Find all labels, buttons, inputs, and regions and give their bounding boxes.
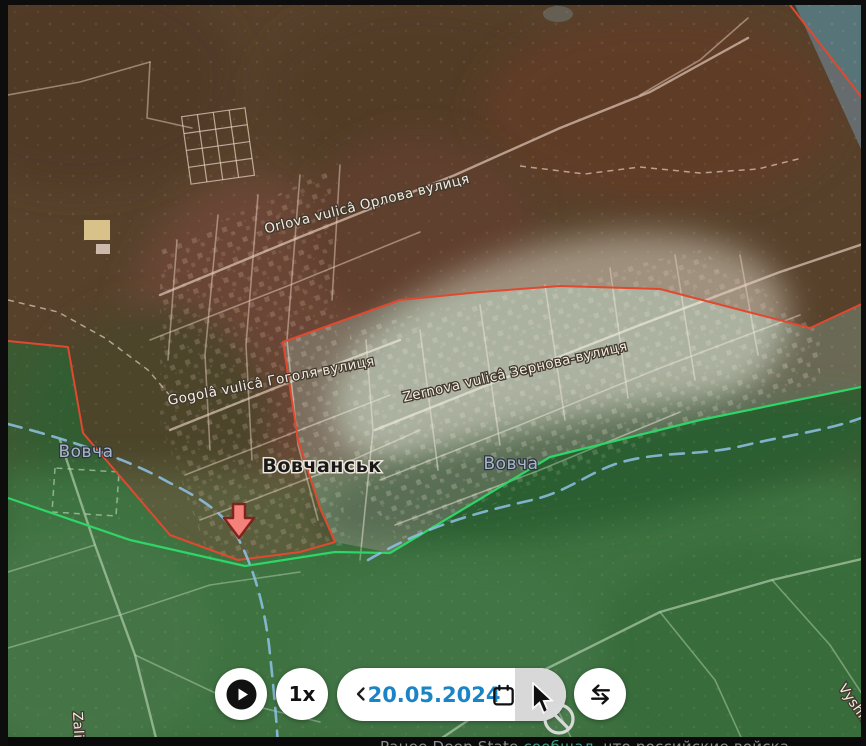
- speed-label: 1x: [289, 682, 316, 706]
- map-svg: Orlova vulicâ Орлова вулиця Gogolâ vulic…: [8, 5, 861, 737]
- map-canvas[interactable]: Orlova vulicâ Орлова вулиця Gogolâ vulic…: [8, 5, 861, 737]
- article-ticker: Ранее Deep State сообщал, что российские…: [0, 737, 866, 746]
- next-date-button[interactable]: [515, 668, 566, 721]
- frame-edge-top: [0, 0, 866, 5]
- compare-layers-button[interactable]: [574, 668, 626, 720]
- river-label-vovcha-east: Вовча: [483, 454, 538, 474]
- playback-speed-button[interactable]: 1x: [276, 668, 328, 720]
- date-navigator: 20.05.2024: [337, 668, 566, 721]
- date-display[interactable]: 20.05.2024: [381, 668, 487, 721]
- chevron-right-icon: [533, 687, 549, 703]
- street-label-zaliznychna: Zali: [69, 711, 86, 737]
- city-label-vovchansk: Вовчанськ: [262, 455, 381, 477]
- article-link[interactable]: сообщал: [523, 738, 593, 746]
- frame-edge-left: [0, 0, 8, 746]
- article-text-tail: , что российские войска: [594, 738, 790, 746]
- app-screen: Orlova vulicâ Орлова вулиця Gogolâ vulic…: [0, 0, 866, 746]
- play-button[interactable]: [215, 668, 267, 720]
- article-text: Ранее Deep State: [380, 738, 523, 746]
- frame-edge-right: [861, 0, 866, 746]
- play-icon: [226, 679, 257, 710]
- calendar-icon[interactable]: [489, 681, 517, 709]
- swap-arrows-icon: [587, 681, 614, 708]
- river-label-vovcha-west: Вовча: [58, 442, 113, 462]
